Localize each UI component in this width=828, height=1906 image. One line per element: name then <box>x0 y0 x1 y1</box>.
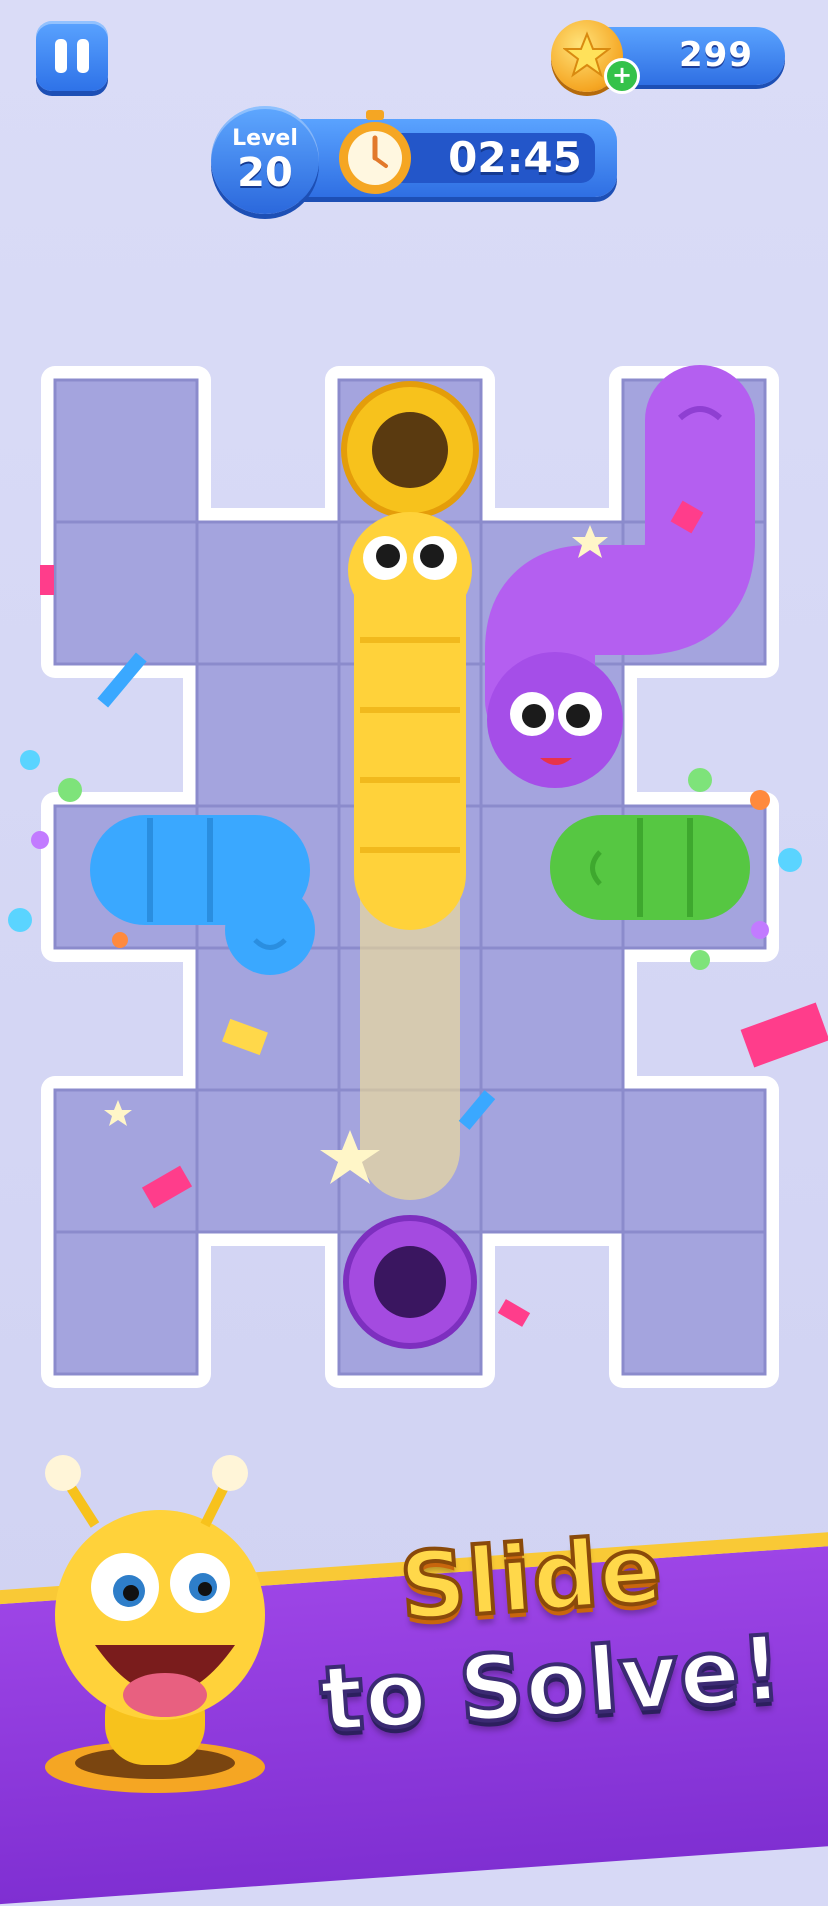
stopwatch-icon <box>339 110 411 194</box>
green-worm[interactable] <box>550 815 750 920</box>
yellow-hole[interactable] <box>341 381 479 519</box>
add-coins-button[interactable]: + <box>604 58 640 94</box>
level-badge: Level 20 <box>211 106 319 214</box>
timer-value: 02:45 <box>448 133 582 182</box>
yellow-worm[interactable] <box>348 512 472 930</box>
coin-value: 299 <box>679 35 753 75</box>
blue-worm[interactable] <box>90 815 315 975</box>
mascot-worm <box>45 1455 265 1793</box>
purple-worm[interactable] <box>485 365 755 788</box>
purple-hole[interactable] <box>343 1215 477 1349</box>
level-label: Level <box>232 126 298 151</box>
pause-icon <box>55 39 67 73</box>
level-number: 20 <box>237 150 293 196</box>
slogan-line-1: Slide <box>395 1514 668 1643</box>
pause-button[interactable] <box>36 21 108 91</box>
